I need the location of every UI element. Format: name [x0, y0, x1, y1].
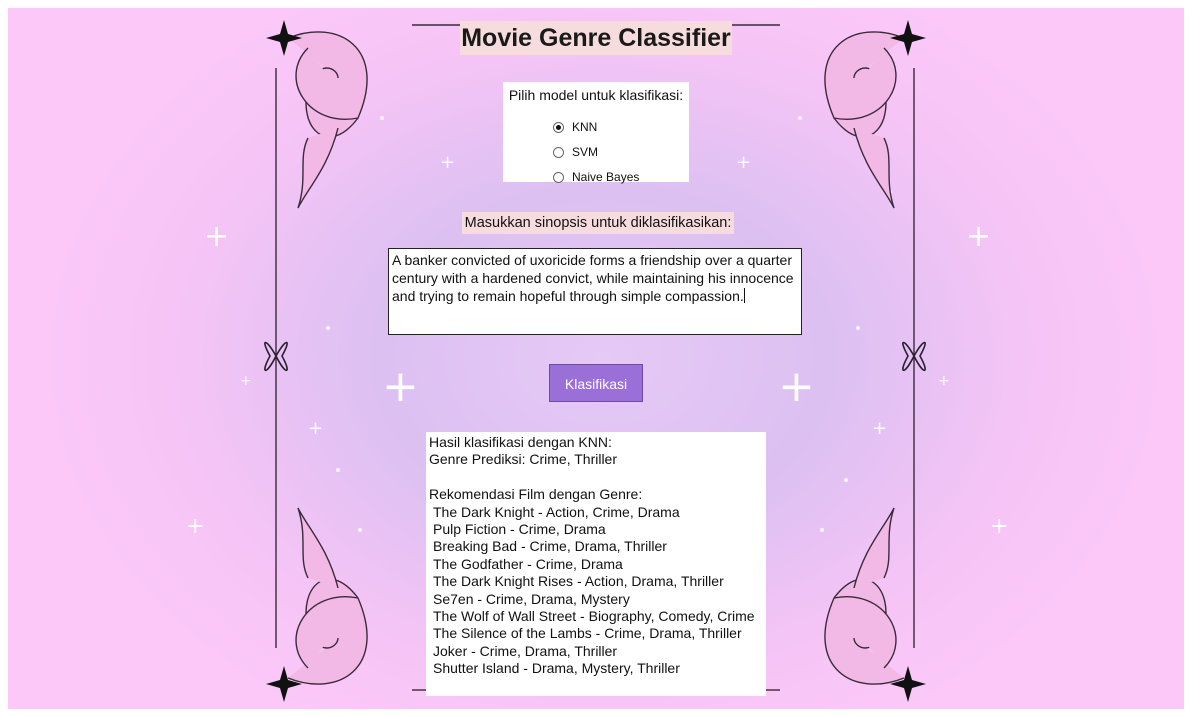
result-panel: Hasil klasifikasi dengan KNN: Genre Pred…: [426, 432, 766, 696]
radio-label-svm: SVM: [572, 145, 599, 159]
classify-button[interactable]: Klasifikasi: [549, 364, 643, 402]
model-select-group: Pilih model untuk klasifikasi: KNN SVM N…: [503, 82, 689, 184]
recommendation-item: The Godfather - Crime, Drama: [433, 555, 623, 572]
radio-svm[interactable]: SVM: [553, 142, 598, 162]
radio-indicator[interactable]: [553, 146, 564, 158]
recommendation-item: The Silence of the Lambs - Crime, Drama,…: [433, 625, 742, 642]
text-caret: [743, 288, 745, 303]
recommendation-item: The Dark Knight - Action, Crime, Drama: [433, 503, 680, 520]
predicted-genre: Genre Prediksi: Crime, Thriller: [429, 451, 618, 468]
recommendation-item: Joker - Crime, Drama, Thriller: [433, 642, 618, 659]
radio-indicator-selected[interactable]: [553, 121, 564, 133]
recommendation-item: Shutter Island - Drama, Mystery, Thrille…: [433, 660, 680, 677]
radio-naive-bayes[interactable]: Naive Bayes: [553, 167, 639, 187]
radio-knn[interactable]: KNN: [553, 117, 597, 137]
radio-label-naive-bayes: Naive Bayes: [572, 170, 640, 184]
recommendation-item: The Dark Knight Rises - Action, Drama, T…: [433, 573, 724, 590]
recommendation-item: The Wolf of Wall Street - Biography, Com…: [433, 608, 755, 625]
recommendation-item: Breaking Bad - Crime, Drama, Thriller: [433, 538, 667, 555]
synopsis-input[interactable]: A banker convicted of uxoricide forms a …: [388, 248, 802, 335]
model-select-label: Pilih model untuk klasifikasi:: [508, 87, 684, 103]
app-window: + + + + + + + + + + + + Movie Genre Clas…: [8, 8, 1184, 709]
radio-indicator[interactable]: [553, 171, 564, 183]
recommendation-item: Se7en - Crime, Drama, Mystery: [433, 590, 630, 607]
recommendation-header: Rekomendasi Film dengan Genre:: [429, 486, 643, 503]
recommendation-item: Pulp Fiction - Crime, Drama: [433, 521, 606, 538]
synopsis-label: Masukkan sinopsis untuk diklasifikasikan…: [462, 212, 734, 234]
page-title: Movie Genre Classifier: [460, 21, 732, 55]
synopsis-text: A banker convicted of uxoricide forms a …: [392, 252, 798, 304]
radio-label-knn: KNN: [572, 120, 598, 134]
result-header: Hasil klasifikasi dengan KNN:: [429, 434, 612, 450]
